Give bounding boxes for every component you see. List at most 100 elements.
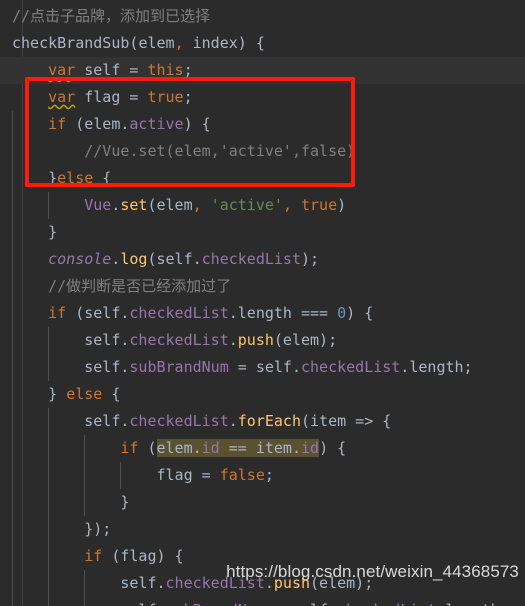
indent-guide [48, 408, 50, 435]
indent-guide [12, 273, 13, 300]
code-token: , [282, 196, 301, 214]
code-token: id [201, 439, 220, 457]
code-token: } [12, 223, 58, 241]
code-line[interactable]: } [0, 219, 525, 246]
code-token: var [48, 61, 76, 79]
indent-guide [12, 138, 13, 165]
code-line[interactable]: var flag = true; [0, 84, 525, 111]
indent-guide [48, 516, 50, 543]
code-token: ); [301, 250, 320, 268]
code-line[interactable]: self.subBrandNum = self.checkedList.leng… [0, 354, 525, 381]
code-token: }); [12, 520, 112, 538]
indent-guide [12, 219, 13, 246]
code-token: log [120, 250, 148, 268]
code-token: , [192, 196, 211, 214]
code-line[interactable]: //点击子品牌，添加到已选择 [0, 3, 525, 30]
code-line[interactable]: } else { [0, 381, 525, 408]
code-token: (elem. [66, 115, 130, 133]
code-line[interactable]: //Vue.set(elem,'active',false) [0, 138, 525, 165]
indent-guide [48, 327, 50, 354]
code-line[interactable]: console.log(self.checkedList); [0, 246, 525, 273]
indent-guide [12, 300, 13, 327]
code-token: ) { [237, 34, 265, 52]
code-token: (elem [147, 196, 193, 214]
code-token: (self. [66, 304, 130, 322]
code-line[interactable]: }else { [0, 165, 525, 192]
code-token: self. [12, 412, 130, 430]
code-token: . [228, 412, 238, 430]
code-line[interactable]: flag = false; [0, 462, 525, 489]
code-token: ; [183, 88, 193, 106]
indent-guide [48, 354, 50, 381]
code-token: this [147, 61, 184, 79]
code-content[interactable]: //点击子品牌，添加到已选择 checkBrandSub(elem, index)… [0, 3, 525, 606]
code-line[interactable]: if (elem.active) { [0, 111, 525, 138]
indent-guide [48, 489, 50, 516]
code-token: flag = [75, 88, 148, 106]
code-line[interactable]: Vue.set(elem, 'active', true) [0, 192, 525, 219]
code-token: .length; [400, 358, 473, 376]
code-token: var [48, 88, 76, 106]
indent-guide [48, 543, 50, 570]
indent-guide [48, 435, 50, 462]
code-token: == item. [219, 439, 301, 457]
indent-guide [12, 192, 13, 219]
code-token: checkedList [129, 331, 229, 349]
code-line[interactable]: if (self.checkedList.length === 0) { [0, 300, 525, 327]
code-token: subBrandNum [166, 601, 265, 606]
indent-guide [12, 327, 13, 354]
indent-guide [12, 165, 13, 192]
code-token: .length; [436, 601, 508, 606]
code-token: set [120, 196, 148, 214]
code-token: active [129, 115, 184, 133]
code-line[interactable]: }); [0, 516, 525, 543]
code-line[interactable]: var self = this; [0, 57, 525, 84]
code-token: checkedList [129, 412, 229, 430]
indent-guide [48, 462, 50, 489]
code-token: ; [183, 61, 193, 79]
code-token: forEach [237, 412, 301, 430]
code-editor-screenshot: //点击子品牌，添加到已选择 checkBrandSub(elem, index)… [0, 0, 525, 606]
code-token: ) [337, 196, 347, 214]
code-line[interactable]: } [0, 489, 525, 516]
code-token: checkedList [337, 601, 436, 606]
code-line[interactable]: self.checkedList.push(elem); [0, 327, 525, 354]
code-token: , [174, 34, 193, 52]
indent-guide [48, 597, 50, 606]
code-token: 'active' [210, 196, 283, 214]
indent-guide [84, 570, 86, 597]
code-token: if [48, 115, 67, 133]
code-line[interactable]: if (elem.id == item.id) { [0, 435, 525, 462]
code-token: self. [12, 574, 166, 592]
indent-guide [12, 543, 13, 570]
code-token: } [12, 385, 67, 403]
code-line[interactable]: //做判断是否已经添加过了 [0, 273, 525, 300]
code-token: if [48, 304, 67, 322]
code-line[interactable]: self.checkedList.forEach(item => { [0, 408, 525, 435]
code-token: //做判断是否已经添加过了 [48, 277, 232, 295]
code-token: true [301, 196, 338, 214]
code-token: Vue [84, 196, 112, 214]
indent-guide [12, 435, 13, 462]
code-token: checkedList [201, 250, 301, 268]
indent-guide [84, 462, 86, 489]
code-token: 0 [337, 304, 347, 322]
indent-guide [84, 489, 86, 516]
indent-guide [12, 597, 13, 606]
indent-guide [12, 246, 13, 273]
code-token: false [219, 466, 265, 484]
indent-guide [12, 489, 13, 516]
code-token: checkBrandSub [12, 34, 130, 52]
indent-guide [120, 462, 122, 489]
code-token: { [93, 169, 112, 187]
code-line[interactable]: self.subBrandNum = self.checkedList.leng… [0, 597, 525, 606]
code-line[interactable]: checkBrandSub(elem, index) { [0, 30, 525, 57]
code-token: elem [138, 34, 175, 52]
code-token: index [192, 34, 238, 52]
